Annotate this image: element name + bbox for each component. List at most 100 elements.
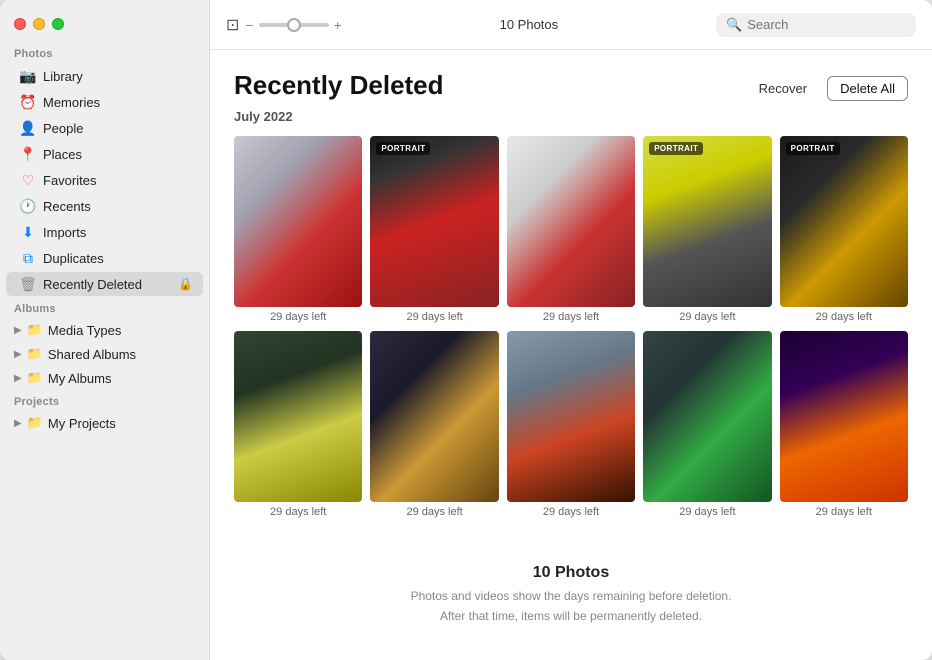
my-albums-icon: 📁 [27,370,43,386]
photo-image [643,331,771,502]
footer-info: 10 Photos Photos and videos show the day… [234,534,908,645]
photo-image: PORTRAIT [643,136,771,307]
footer-description: Photos and videos show the days remainin… [254,587,888,625]
photo-thumbnail[interactable] [507,136,635,307]
portrait-badge: PORTRAIT [376,142,430,155]
photo-image: PORTRAIT [370,136,498,307]
media-types-icon: 📁 [27,322,43,338]
portrait-badge: PORTRAIT [786,142,840,155]
photo-thumbnail[interactable]: PORTRAIT [643,136,771,307]
main-content: ⊡ − + 10 Photos 🔍 [210,0,932,660]
sidebar-item-media-types[interactable]: ▶ 📁 Media Types [6,319,203,341]
list-item: 29 days left [507,331,635,518]
search-icon: 🔍 [726,17,742,33]
photo-thumbnail[interactable]: PORTRAIT [370,136,498,307]
toolbar: ⊡ − + 10 Photos 🔍 [210,0,932,50]
photo-caption: 29 days left [270,506,326,518]
imports-icon: ⬇ [20,224,36,240]
photo-caption: 29 days left [270,311,326,323]
photo-caption: 29 days left [543,311,599,323]
date-section-label: July 2022 [234,109,908,124]
trash-icon: 🗑 [20,276,36,292]
photo-image [234,331,362,502]
minimize-button[interactable] [33,18,45,30]
recents-icon: 🕐 [20,198,36,214]
photo-image [507,331,635,502]
sidebar-item-library[interactable]: 📷 Library [6,64,203,88]
photo-count-label: 10 Photos [500,17,559,32]
sidebar-item-memories[interactable]: ⏰ Memories [6,90,203,114]
sidebar-label-media-types: Media Types [48,323,121,338]
photo-thumbnail[interactable] [234,331,362,502]
sidebar-section-projects: Projects [0,390,209,411]
sidebar-item-recents[interactable]: 🕐 Recents [6,194,203,218]
view-icon: ⊡ [226,15,239,35]
list-item: 29 days left [370,331,498,518]
portrait-badge: PORTRAIT [649,142,703,155]
footer-desc-line2: After that time, items will be permanent… [440,609,702,623]
footer-photo-count: 10 Photos [254,564,888,582]
sidebar-section-photos: Photos [0,42,209,63]
fullscreen-button[interactable] [52,18,64,30]
list-item: PORTRAIT 29 days left [780,136,908,323]
toolbar-left: ⊡ − + [226,15,342,35]
shared-albums-icon: 📁 [27,346,43,362]
list-item: PORTRAIT 29 days left [370,136,498,323]
sidebar-item-my-projects[interactable]: ▶ 📁 My Projects [6,412,203,434]
photo-caption: 29 days left [543,506,599,518]
photo-image [370,331,498,502]
toolbar-photo-count: 10 Photos [352,17,706,32]
sidebar-item-places[interactable]: 📍 Places [6,142,203,166]
chevron-right-icon-2: ▶ [14,349,22,360]
header-actions: Recover Delete All [749,76,908,101]
lock-icon: 🔒 [178,277,193,291]
sidebar-item-favorites[interactable]: ♡ Favorites [6,168,203,192]
recover-button[interactable]: Recover [749,77,817,100]
photo-thumbnail[interactable] [643,331,771,502]
sidebar-label-favorites: Favorites [43,173,193,188]
delete-all-button[interactable]: Delete All [827,76,908,101]
zoom-in-icon[interactable]: + [334,17,342,33]
sidebar-item-imports[interactable]: ⬇ Imports [6,220,203,244]
sidebar-item-duplicates[interactable]: ⧉ Duplicates [6,246,203,270]
chevron-right-icon-3: ▶ [14,373,22,384]
photo-caption: 29 days left [679,311,735,323]
sidebar-item-shared-albums[interactable]: ▶ 📁 Shared Albums [6,343,203,365]
photo-image [234,136,362,307]
photo-caption: 29 days left [816,506,872,518]
sidebar-label-library: Library [43,69,193,84]
close-button[interactable] [14,18,26,30]
duplicates-icon: ⧉ [20,250,36,266]
zoom-slider-area: − + [245,17,341,33]
list-item: 29 days left [507,136,635,323]
sidebar-label-recently-deleted: Recently Deleted [43,277,171,292]
zoom-out-icon[interactable]: − [245,17,253,33]
app-window: Photos 📷 Library ⏰ Memories 👤 People 📍 P… [0,0,932,660]
memories-icon: ⏰ [20,94,36,110]
zoom-slider-track[interactable] [259,23,329,27]
photo-caption: 29 days left [406,311,462,323]
library-icon: 📷 [20,68,36,84]
sidebar-item-recently-deleted[interactable]: 🗑 Recently Deleted 🔒 [6,272,203,296]
people-icon: 👤 [20,120,36,136]
search-input[interactable] [747,17,906,32]
sidebar-label-memories: Memories [43,95,193,110]
sidebar-item-people[interactable]: 👤 People [6,116,203,140]
search-box[interactable]: 🔍 [716,13,916,37]
sidebar-label-duplicates: Duplicates [43,251,193,266]
photo-thumbnail[interactable] [370,331,498,502]
photo-thumbnail[interactable] [234,136,362,307]
photo-caption: 29 days left [679,506,735,518]
chevron-right-icon: ▶ [14,325,22,336]
content-area: Recently Deleted Recover Delete All July… [210,50,932,660]
sidebar-item-my-albums[interactable]: ▶ 📁 My Albums [6,367,203,389]
sidebar-label-people: People [43,121,193,136]
zoom-slider-thumb[interactable] [287,18,301,32]
content-header: Recently Deleted Recover Delete All [234,70,908,101]
photo-thumbnail[interactable]: PORTRAIT [780,136,908,307]
photo-thumbnail[interactable] [507,331,635,502]
photo-thumbnail[interactable] [780,331,908,502]
sidebar-label-shared-albums: Shared Albums [48,347,136,362]
sidebar-label-imports: Imports [43,225,193,240]
my-projects-icon: 📁 [27,415,43,431]
